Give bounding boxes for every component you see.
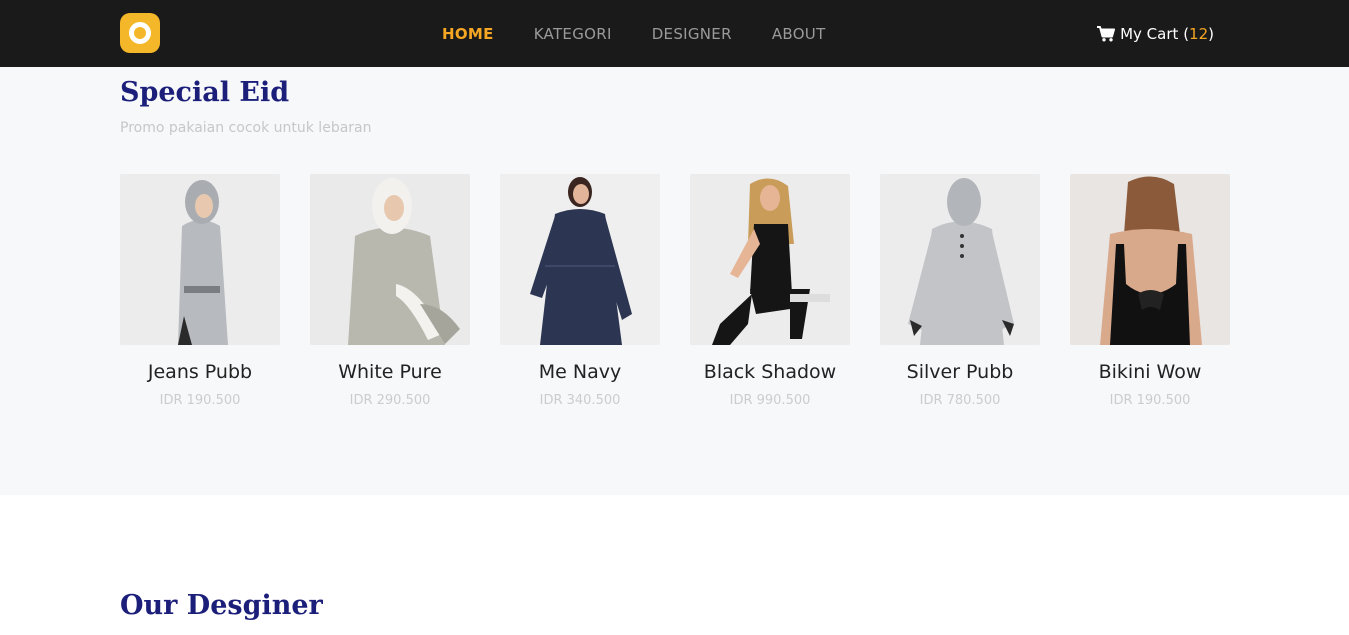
nav-link-home[interactable]: HOME — [442, 25, 494, 43]
product-price: IDR 190.500 — [159, 393, 241, 408]
section-subtitle: Promo pakaian cocok untuk lebaran — [120, 120, 372, 136]
product-price: IDR 990.500 — [729, 393, 811, 408]
product-price: IDR 780.500 — [919, 393, 1001, 408]
product-image[interactable] — [120, 174, 280, 345]
product-price: IDR 290.500 — [349, 393, 431, 408]
product-name[interactable]: Jeans Pubb — [120, 361, 280, 383]
nav-link-kategori[interactable]: KATEGORI — [534, 25, 612, 43]
logo-ring — [129, 22, 151, 44]
cart-count-close: ) — [1208, 24, 1214, 43]
product-card[interactable]: Jeans Pubb IDR 190.500 — [120, 174, 280, 408]
product-price: IDR 190.500 — [1109, 393, 1191, 408]
product-name[interactable]: Silver Pubb — [880, 361, 1040, 383]
product-name[interactable]: Me Navy — [500, 361, 660, 383]
product-card[interactable]: White Pure IDR 290.500 — [310, 174, 470, 408]
special-eid-section: Special Eid Promo pakaian cocok untuk le… — [0, 67, 1349, 495]
designer-section-title: Our Desginer — [120, 590, 323, 621]
product-card[interactable]: Me Navy IDR 340.500 — [500, 174, 660, 408]
ring-logo-icon[interactable] — [120, 13, 160, 53]
cart-label: My Cart — [1120, 24, 1179, 43]
product-image[interactable] — [880, 174, 1040, 345]
product-image[interactable] — [500, 174, 660, 345]
product-image[interactable] — [1070, 174, 1230, 345]
product-list: Jeans Pubb IDR 190.500 White Pure IDR 29… — [120, 174, 1230, 408]
nav-link-designer[interactable]: DESIGNER — [652, 25, 732, 43]
product-name[interactable]: Black Shadow — [690, 361, 850, 383]
cart-count: 12 — [1189, 24, 1209, 43]
product-card[interactable]: Silver Pubb IDR 780.500 — [880, 174, 1040, 408]
product-image[interactable] — [690, 174, 850, 345]
product-name[interactable]: Bikini Wow — [1070, 361, 1230, 383]
main-nav: HOME KATEGORI DESIGNER ABOUT — [442, 0, 866, 67]
cart-icon — [1097, 25, 1116, 41]
navbar: HOME KATEGORI DESIGNER ABOUT My Cart (12… — [0, 0, 1349, 67]
product-card[interactable]: Black Shadow IDR 990.500 — [690, 174, 850, 408]
product-name[interactable]: White Pure — [310, 361, 470, 383]
nav-link-about[interactable]: ABOUT — [772, 25, 826, 43]
cart-button[interactable]: My Cart (12) — [1097, 0, 1214, 67]
product-card[interactable]: Bikini Wow IDR 190.500 — [1070, 174, 1230, 408]
product-price: IDR 340.500 — [539, 393, 621, 408]
section-title: Special Eid — [120, 77, 290, 108]
product-image[interactable] — [310, 174, 470, 345]
